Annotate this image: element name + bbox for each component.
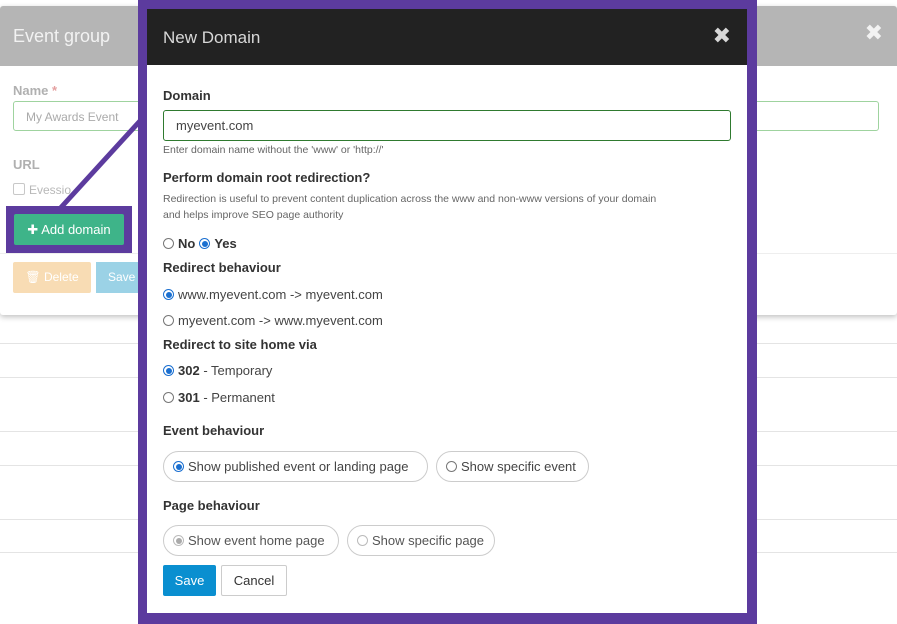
event-option-specific[interactable]: Show specific event [436,451,589,482]
radio-selected-disabled[interactable] [173,535,184,546]
event-behaviour-label: Event behaviour [163,423,265,438]
radio-unselected[interactable] [163,315,174,326]
domain-help: Enter domain name without the 'www' or '… [163,144,384,156]
close-icon[interactable]: ✖ [713,23,731,49]
radio-unselected[interactable] [163,392,174,403]
radio-unselected-disabled[interactable] [357,535,368,546]
event-option-published[interactable]: Show published event or landing page [163,451,428,482]
dialog-title: New Domain [163,28,261,47]
cancel-button[interactable]: Cancel [221,565,287,596]
page-behaviour-label: Page behaviour [163,498,260,513]
redirect-301-option[interactable]: 301 - Permanent [163,390,275,405]
radio-yes[interactable] [199,238,211,249]
redirect-home-label: Redirect to site home via [163,337,317,352]
root-redirect-help-2: and helps improve SEO page authority [163,209,344,221]
add-domain-button[interactable]: ✚ Add domain [14,214,124,245]
radio-selected[interactable] [163,289,174,300]
root-redirect-label: Perform domain root redirection? [163,170,371,185]
root-redirect-help-1: Redirection is useful to prevent content… [163,193,657,205]
radio-no-label[interactable]: No [178,236,195,251]
new-domain-dialog: New Domain ✖ Domain Enter domain name wi… [147,9,747,613]
root-redirect-options: No Yes [163,236,237,251]
page-option-specific[interactable]: Show specific page [347,525,495,556]
page-option-home[interactable]: Show event home page [163,525,339,556]
radio-no[interactable] [163,238,174,249]
dialog-header: New Domain ✖ [147,9,747,65]
redirect-option-www-to-root[interactable]: www.myevent.com -> myevent.com [163,287,383,302]
domain-label: Domain [163,88,211,103]
save-button[interactable]: Save [163,565,216,596]
redirect-302-option[interactable]: 302 - Temporary [163,363,272,378]
radio-unselected[interactable] [446,461,457,472]
plus-icon: ✚ [27,222,39,237]
radio-selected[interactable] [173,461,184,472]
domain-input[interactable] [163,110,731,141]
radio-selected[interactable] [163,365,174,376]
radio-yes-label[interactable]: Yes [214,236,236,251]
redirect-behaviour-label: Redirect behaviour [163,260,281,275]
redirect-option-root-to-www[interactable]: myevent.com -> www.myevent.com [163,313,383,328]
